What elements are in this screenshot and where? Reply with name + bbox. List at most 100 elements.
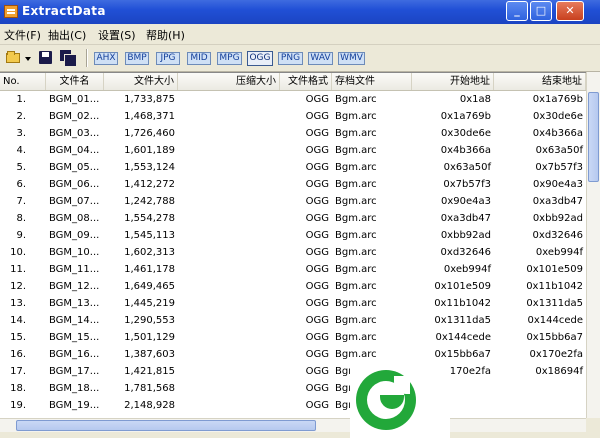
- cell-archive: Bgm.arc: [335, 298, 377, 309]
- table-row[interactable]: 14. BGM_14... 1,290,553 OGG Bgm.arc 0x1311da5…: [0, 312, 586, 329]
- toolbar: AHX BMP JPG MID MPG OGG PNG WAV WMV: [0, 45, 600, 72]
- table-row[interactable]: 2. BGM_02... 1,468,371 OGG Bgm.arc 0x1a769b 0x…: [0, 108, 586, 125]
- cell-end: 0xa3db47: [532, 196, 583, 207]
- filter-png-button[interactable]: PNG: [278, 52, 303, 65]
- cell-end: [494, 397, 586, 414]
- cell-no: 14.: [10, 315, 26, 326]
- filter-bmp-button[interactable]: BMP: [125, 52, 149, 65]
- cell-no: 1.: [16, 94, 26, 105]
- table-row[interactable]: 19.BGM_19...2,148,928OGGBgm.arc: [0, 397, 586, 414]
- horizontal-scrollbar[interactable]: [0, 418, 586, 432]
- cell-name: BGM_03...: [49, 128, 100, 139]
- table-row[interactable]: 6. BGM_06... 1,412,272 OGG Bgm.arc 0x7b57f3 0x…: [0, 176, 586, 193]
- menu-extract[interactable]: 抽出(C): [48, 27, 86, 43]
- cell-archive: Bgm.arc: [335, 162, 377, 173]
- vertical-scrollbar[interactable]: [586, 72, 600, 418]
- filter-wav-button[interactable]: WAV: [308, 52, 333, 65]
- horizontal-scroll-thumb[interactable]: [16, 420, 316, 431]
- cell-name: BGM_13...: [49, 298, 100, 309]
- window-title: ExtractData: [22, 4, 106, 18]
- cell-archive: Bgm.arc: [335, 332, 377, 343]
- cell-name: BGM_07...: [49, 196, 100, 207]
- app-icon: [4, 5, 18, 18]
- menu-settings[interactable]: 设置(S): [98, 27, 136, 43]
- cell-size: 1,387,603: [124, 349, 175, 360]
- cell-name: BGM_02...: [49, 111, 100, 122]
- cell-name: BGM_09...: [49, 230, 100, 241]
- cell-end: 0xbb92ad: [532, 213, 583, 224]
- col-header-archive[interactable]: 存档文件: [332, 73, 412, 90]
- table-row[interactable]: 18.BGM_18...1,781,568OGGBgm.arc: [0, 380, 586, 397]
- cell-comp: [178, 227, 280, 244]
- table-row[interactable]: 3. BGM_03... 1,726,460 OGG Bgm.arc 0x30de6e 0x…: [0, 125, 586, 142]
- col-header-compressed[interactable]: 压缩大小: [178, 73, 280, 90]
- cell-size: 1,445,219: [124, 298, 175, 309]
- cell-size: 1,501,129: [124, 332, 175, 343]
- cell-size: 1,733,875: [124, 94, 175, 105]
- filter-mpg-button[interactable]: MPG: [217, 52, 242, 65]
- table-row[interactable]: 13. BGM_13... 1,445,219 OGG Bgm.arc 0x11b1042…: [0, 295, 586, 312]
- maximize-button[interactable]: □: [530, 1, 552, 21]
- vertical-scroll-thumb[interactable]: [588, 92, 599, 182]
- file-list[interactable]: No. 文件名 文件大小 压缩大小 文件格式 存档文件 开始地址 结束地址 1.…: [0, 72, 586, 419]
- open-folder-icon[interactable]: [6, 50, 22, 66]
- table-row[interactable]: 1. BGM_01... 1,733,875 OGG Bgm.arc 0x1a8 0x1a7…: [0, 91, 586, 108]
- col-header-start[interactable]: 开始地址: [412, 73, 494, 90]
- cell-size: 1,602,313: [124, 247, 175, 258]
- cell-start: 0x11b1042: [434, 298, 491, 309]
- cell-archive: Bgm.arc: [335, 196, 377, 207]
- table-row[interactable]: 9. BGM_09... 1,545,113 OGG Bgm.arc 0xbb92ad 0x…: [0, 227, 586, 244]
- cell-fmt: OGG: [305, 213, 329, 224]
- cell-archive: Bgm.arc: [335, 213, 377, 224]
- col-header-no[interactable]: No.: [0, 73, 46, 90]
- cell-comp: [178, 397, 280, 414]
- filter-mid-button[interactable]: MID: [187, 52, 211, 65]
- cell-size: 1,461,178: [124, 264, 175, 275]
- table-row[interactable]: 5. BGM_05... 1,553,124 OGG Bgm.arc 0x63a50f 0x…: [0, 159, 586, 176]
- cell-end: 0x144cede: [527, 315, 583, 326]
- cell-start: 0x63a50f: [443, 162, 491, 173]
- cell-name: BGM_11...: [49, 264, 100, 275]
- cell-end: 0x101e509: [526, 264, 583, 275]
- save-all-icon[interactable]: [60, 50, 77, 67]
- filter-wmv-button[interactable]: WMV: [338, 52, 365, 65]
- cell-fmt: OGG: [305, 94, 329, 105]
- cell-end: [494, 380, 586, 397]
- menu-file[interactable]: 文件(F): [4, 27, 41, 43]
- cell-size: 1,649,465: [124, 281, 175, 292]
- cell-start: 0x1311da5: [434, 315, 491, 326]
- cell-end: 0x11b1042: [526, 281, 583, 292]
- table-row[interactable]: 7. BGM_07... 1,242,788 OGG Bgm.arc 0x90e4a3 0x…: [0, 193, 586, 210]
- col-header-end[interactable]: 结束地址: [494, 73, 586, 90]
- filter-ogg-button[interactable]: OGG: [247, 51, 273, 66]
- table-row[interactable]: 11. BGM_11... 1,461,178 OGG Bgm.arc 0xeb994f 0…: [0, 261, 586, 278]
- filter-ahx-button[interactable]: AHX: [94, 52, 118, 65]
- chevron-down-icon[interactable]: [25, 57, 31, 61]
- table-row[interactable]: 8. BGM_08... 1,554,278 OGG Bgm.arc 0xa3db47 0x…: [0, 210, 586, 227]
- close-button[interactable]: ✕: [556, 1, 584, 21]
- minimize-button[interactable]: _: [506, 1, 528, 21]
- table-row[interactable]: 10. BGM_10... 1,602,313 OGG Bgm.arc 0xd32646 0…: [0, 244, 586, 261]
- filter-jpg-button[interactable]: JPG: [156, 52, 180, 65]
- cell-no: 11.: [10, 264, 26, 275]
- table-row[interactable]: 16. BGM_16... 1,387,603 OGG Bgm.arc 0x15bb6a7…: [0, 346, 586, 363]
- cell-end: 0x30de6e: [532, 111, 583, 122]
- table-row[interactable]: 12. BGM_12... 1,649,465 OGG Bgm.arc 0x101e509…: [0, 278, 586, 295]
- table-row[interactable]: 4. BGM_04... 1,601,189 OGG Bgm.arc 0x4b366a 0x…: [0, 142, 586, 159]
- cell-comp: [178, 380, 280, 397]
- cell-comp: [178, 346, 280, 363]
- table-row[interactable]: 15. BGM_15... 1,501,129 OGG Bgm.arc 0x144cede…: [0, 329, 586, 346]
- col-header-filesize[interactable]: 文件大小: [104, 73, 178, 90]
- cell-comp: [178, 329, 280, 346]
- cell-start: 0x7b57f3: [443, 179, 491, 190]
- table-row[interactable]: 17.BGM_17...1,421,815OGGBgm.arc0x170e2fa…: [0, 363, 586, 380]
- menu-help[interactable]: 帮助(H): [146, 27, 185, 43]
- cell-name: BGM_08...: [49, 213, 100, 224]
- cell-end: 0x63a50f: [535, 145, 583, 156]
- save-icon[interactable]: [38, 50, 54, 66]
- cell-comp: [178, 312, 280, 329]
- watermark-logo: [350, 362, 450, 438]
- col-header-filename[interactable]: 文件名: [46, 73, 104, 90]
- cell-size: 1,242,788: [124, 196, 175, 207]
- col-header-format[interactable]: 文件格式: [280, 73, 332, 90]
